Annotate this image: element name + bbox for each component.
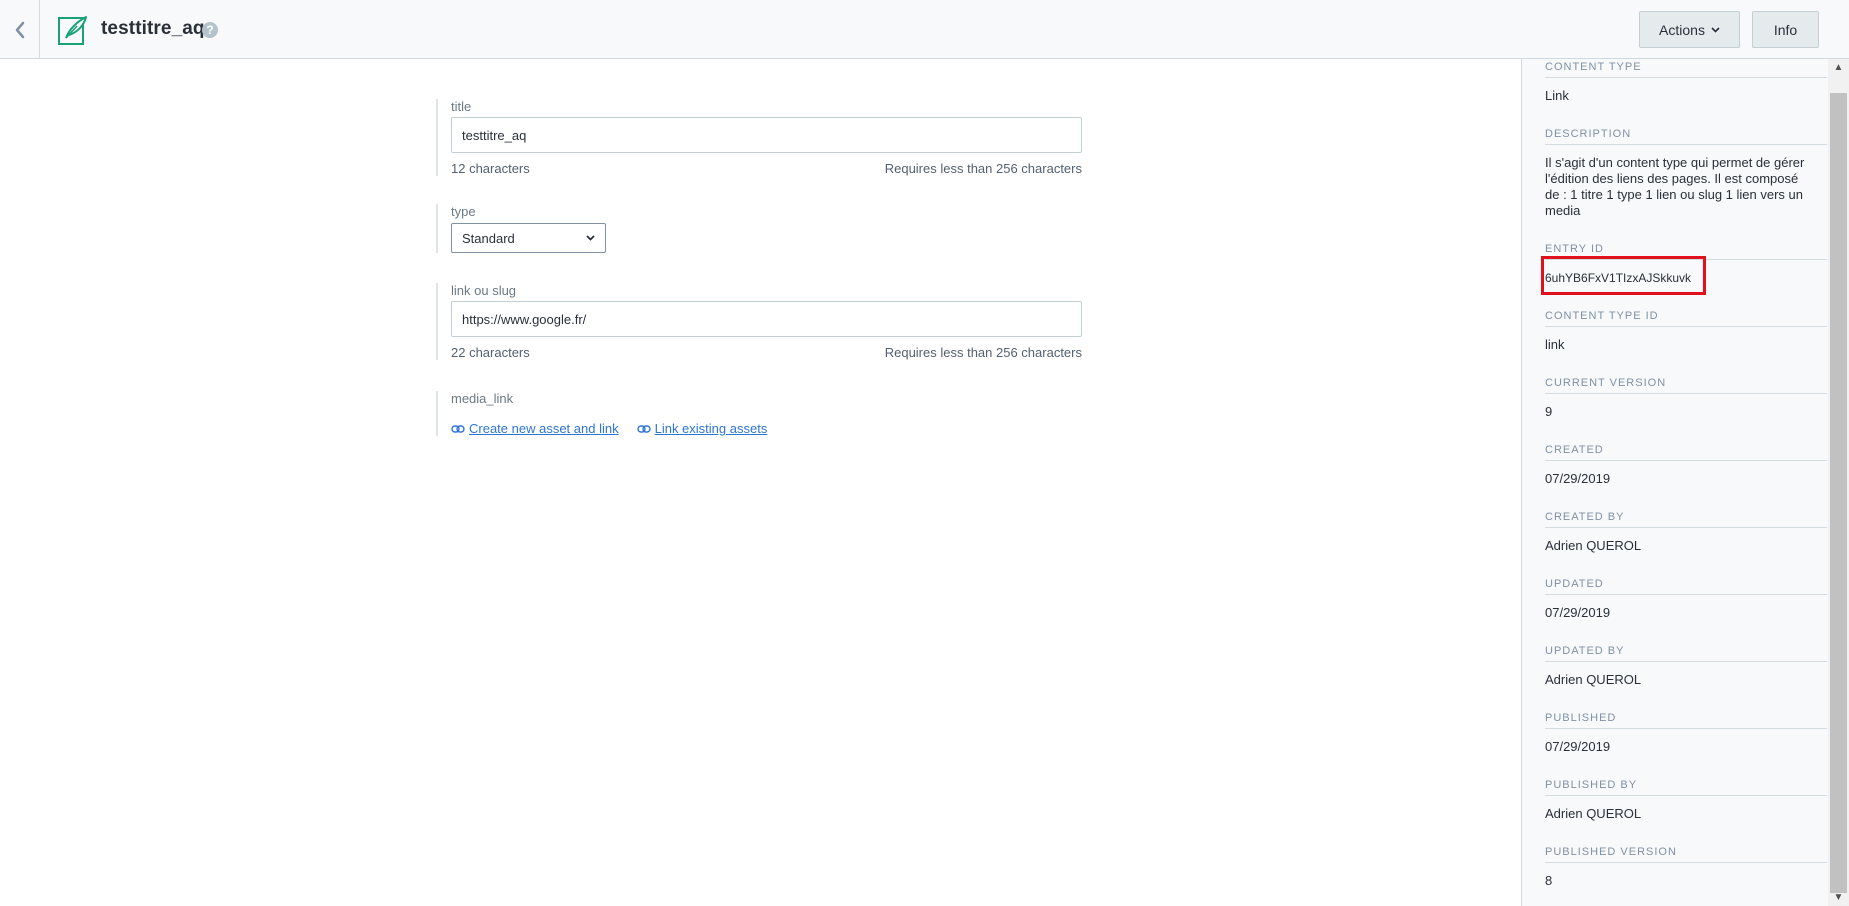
media-field-label: media_link	[451, 391, 514, 406]
title-field: title testtitre_aq 12 characters Require…	[436, 99, 1082, 176]
question-mark-icon[interactable]: ?	[202, 22, 218, 38]
sidebar-heading: PUBLISHED BY	[1545, 779, 1827, 796]
info-sidebar: CONTENT TYPE Link DESCRIPTION Il s'agit …	[1521, 59, 1828, 906]
sidebar-content-type-id: CONTENT TYPE ID link	[1545, 310, 1827, 353]
sidebar-value: Link	[1545, 88, 1569, 103]
scroll-up-arrow[interactable]: ▲	[1828, 59, 1849, 76]
sidebar-heading: UPDATED	[1545, 578, 1827, 595]
scrollbar-thumb[interactable]	[1830, 93, 1847, 893]
sidebar-published-version: PUBLISHED VERSION 8	[1545, 846, 1827, 889]
title-meta: 12 characters Requires less than 256 cha…	[451, 161, 1082, 176]
sidebar-created-by: CREATED BY Adrien QUEROL	[1545, 511, 1827, 554]
create-asset-link[interactable]: Create new asset and link	[451, 421, 619, 436]
info-label: Info	[1773, 21, 1798, 38]
type-field: type Standard	[436, 204, 1082, 253]
entry-id-highlight	[1541, 256, 1706, 295]
link-meta: 22 characters Requires less than 256 cha…	[451, 345, 1082, 360]
sidebar-value: 07/29/2019	[1545, 605, 1611, 620]
sidebar-value: 07/29/2019	[1545, 471, 1611, 486]
sidebar-description: DESCRIPTION Il s'agit d'un content type …	[1545, 128, 1827, 219]
sidebar-value: Il s'agit d'un content type qui permet d…	[1545, 155, 1805, 218]
top-bar: testtitre_aq ? Actions Info	[0, 0, 1849, 59]
sidebar-heading: CURRENT VERSION	[1545, 377, 1827, 394]
feather-pen-icon	[58, 16, 87, 45]
chevron-left-icon	[15, 21, 24, 38]
link-field-label: link ou slug	[451, 283, 517, 298]
link-icon	[636, 424, 651, 433]
type-select-value: Standard	[462, 230, 515, 246]
scroll-down-arrow[interactable]: ▼	[1828, 889, 1849, 906]
sidebar-value: 9	[1545, 404, 1553, 419]
link-char-count: 22 characters	[451, 345, 530, 360]
sidebar-published: PUBLISHED 07/29/2019	[1545, 712, 1827, 755]
create-asset-label: Create new asset and link	[469, 421, 619, 436]
sidebar-value: Adrien QUEROL	[1545, 806, 1642, 821]
sidebar-updated-by: UPDATED BY Adrien QUEROL	[1545, 645, 1827, 688]
sidebar-heading: CREATED	[1545, 444, 1827, 461]
sidebar-heading: PUBLISHED VERSION	[1545, 846, 1827, 863]
media-actions: Create new asset and link Link existing …	[451, 421, 1082, 436]
sidebar-value: link	[1545, 337, 1565, 352]
sidebar-heading: CONTENT TYPE	[1545, 61, 1827, 78]
sidebar-content-type: CONTENT TYPE Link	[1545, 61, 1827, 104]
type-field-label: type	[451, 204, 476, 219]
link-existing-label: Link existing assets	[654, 421, 768, 436]
sidebar-value: Adrien QUEROL	[1545, 672, 1642, 687]
sidebar-heading: CREATED BY	[1545, 511, 1827, 528]
sidebar-value: 07/29/2019	[1545, 739, 1611, 754]
actions-button[interactable]: Actions	[1639, 11, 1740, 48]
sidebar-heading: CONTENT TYPE ID	[1545, 310, 1827, 327]
actions-label: Actions	[1659, 21, 1705, 38]
entry-title: testtitre_aq	[101, 18, 205, 39]
sidebar-published-by: PUBLISHED BY Adrien QUEROL	[1545, 779, 1827, 822]
sidebar-heading: UPDATED BY	[1545, 645, 1827, 662]
chevron-down-icon	[1711, 26, 1720, 33]
title-char-limit: Requires less than 256 characters	[884, 161, 1082, 176]
link-input[interactable]: https://www.google.fr/	[451, 301, 1082, 337]
link-existing-assets-link[interactable]: Link existing assets	[636, 421, 768, 436]
sidebar-created: CREATED 07/29/2019	[1545, 444, 1827, 487]
link-char-limit: Requires less than 256 characters	[884, 345, 1082, 360]
sidebar-current-version: CURRENT VERSION 9	[1545, 377, 1827, 420]
title-input[interactable]: testtitre_aq	[451, 117, 1082, 153]
chevron-down-icon	[586, 235, 595, 241]
link-icon	[451, 424, 465, 433]
sidebar-value: 8	[1545, 873, 1553, 888]
info-button[interactable]: Info	[1752, 11, 1819, 48]
sidebar-value: Adrien QUEROL	[1545, 538, 1642, 553]
sidebar-heading: PUBLISHED	[1545, 712, 1827, 729]
title-field-label: title	[451, 99, 472, 114]
title-char-count: 12 characters	[451, 161, 530, 176]
title-input-value: testtitre_aq	[462, 127, 527, 143]
type-select[interactable]: Standard	[451, 223, 606, 253]
media-field: media_link Create new asset and link Lin…	[436, 391, 1082, 436]
sidebar-heading: DESCRIPTION	[1545, 128, 1827, 145]
back-button[interactable]	[0, 0, 40, 59]
link-field: link ou slug https://www.google.fr/ 22 c…	[436, 283, 1082, 360]
link-input-value: https://www.google.fr/	[462, 311, 587, 327]
sidebar-updated: UPDATED 07/29/2019	[1545, 578, 1827, 621]
